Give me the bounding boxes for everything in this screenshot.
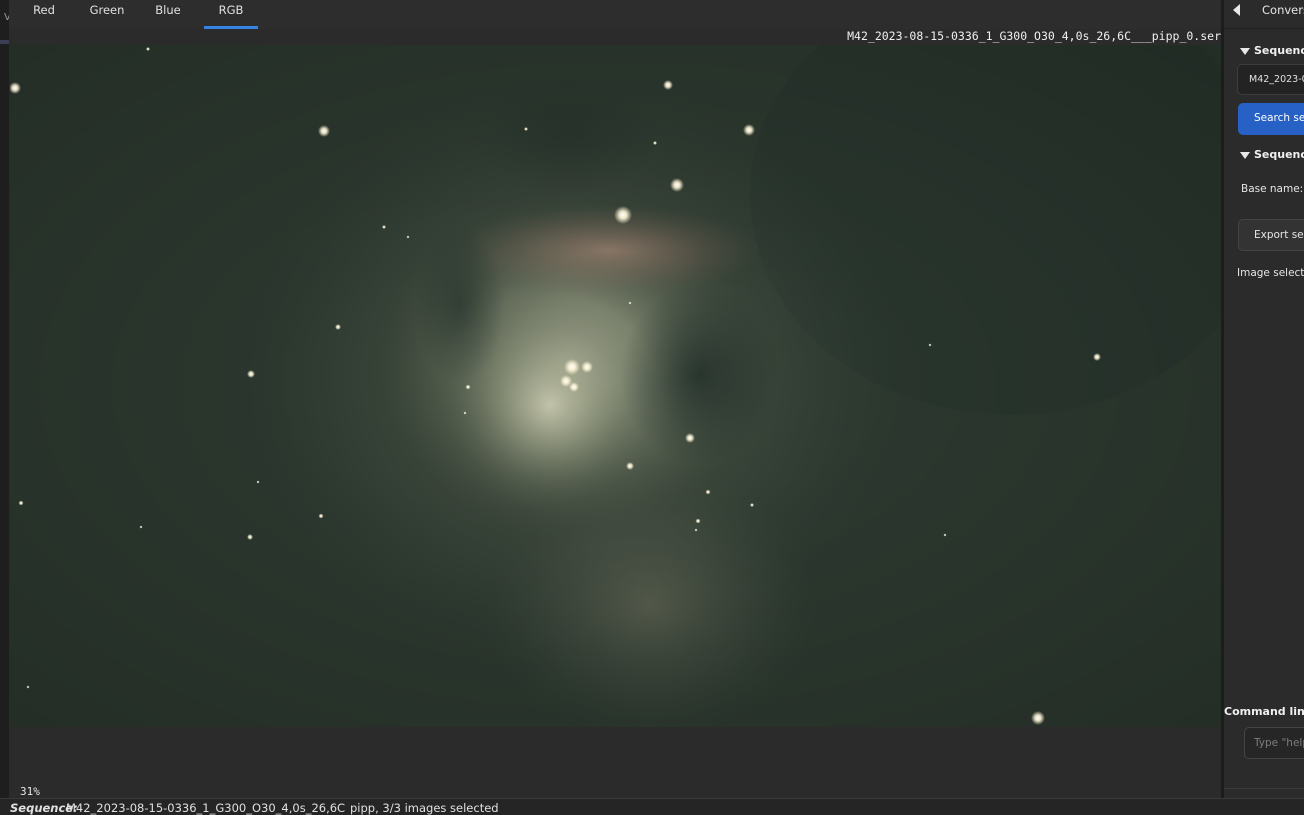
status-bar: Sequence: M42_2023-08-15-0336_1_G300_O30…: [0, 798, 1304, 815]
left-edge-strip: V: [0, 0, 11, 814]
status-sequence-name: M42_2023-08-15-0336_1_G300_O30_4,0s_26,6…: [66, 801, 346, 815]
collapse-left-icon[interactable]: [1233, 4, 1240, 16]
section-sequence-search[interactable]: Sequence s: [1240, 44, 1304, 57]
export-sequence-button[interactable]: Export seq: [1238, 219, 1304, 251]
search-sequence-button[interactable]: Search seq: [1238, 103, 1304, 135]
status-selection-info: pipp, 3/3 images selected: [350, 801, 499, 815]
panel-tab-conversion[interactable]: Conversion: [1262, 3, 1304, 17]
zoom-level: 31%: [20, 785, 40, 798]
tab-rgb[interactable]: RGB: [204, 0, 258, 29]
tab-blue[interactable]: Blue: [140, 0, 196, 28]
section-sequence-export[interactable]: Sequence e: [1240, 148, 1304, 161]
expander-down-icon: [1240, 151, 1250, 159]
nebula-image: [10, 45, 1221, 727]
expander-down-icon: [1240, 47, 1250, 55]
sequence-name-field[interactable]: M42_2023-0: [1237, 64, 1304, 95]
tab-green[interactable]: Green: [79, 0, 135, 28]
command-line-title: Command line: [1224, 705, 1304, 718]
base-name-label: Base name:: [1241, 183, 1304, 195]
panel-bottom-line: [1224, 788, 1304, 789]
panel-divider-line: [1224, 28, 1304, 29]
right-panel: Conversion Sequence s M42_2023-0 Search …: [1224, 0, 1304, 798]
left-edge-marker: [0, 40, 9, 44]
command-input[interactable]: Type "help: [1244, 727, 1304, 759]
tab-red[interactable]: Red: [9, 0, 79, 28]
image-area-bottom: 31%: [9, 727, 1222, 798]
section-sequence-search-title: Sequence s: [1254, 44, 1304, 57]
channel-tabs: Red Green Blue RGB: [9, 0, 1222, 30]
image-viewport[interactable]: [10, 45, 1221, 727]
image-filename: M42_2023-08-15-0336_1_G300_O30_4,0s_26,6…: [847, 29, 1221, 43]
section-sequence-export-title: Sequence e: [1254, 148, 1304, 161]
filename-bar: M42_2023-08-15-0336_1_G300_O30_4,0s_26,6…: [9, 29, 1222, 44]
image-selection-label: Image selection: [1237, 267, 1304, 279]
